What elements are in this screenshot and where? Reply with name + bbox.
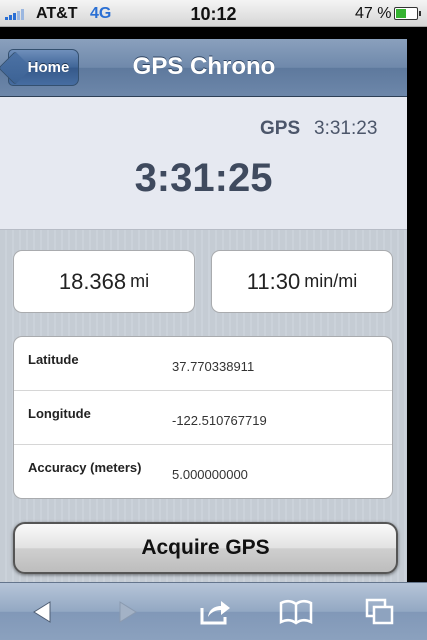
latitude-value: 37.770338911: [172, 359, 255, 374]
pace-card: 11:30 min/mi: [211, 250, 393, 313]
back-arrow-icon[interactable]: [22, 595, 62, 629]
table-row: Accuracy (meters) 5.000000000: [14, 445, 392, 499]
pace-value: 11:30: [246, 268, 301, 294]
browser-toolbar: [0, 582, 427, 640]
accuracy-value: 5.000000000: [172, 467, 248, 482]
battery-icon: [394, 7, 421, 20]
bookmarks-icon[interactable]: [276, 595, 316, 629]
accuracy-label: Accuracy (meters): [28, 460, 142, 475]
status-bar: AT&T 4G 10:12 47 %: [0, 0, 427, 27]
longitude-label: Longitude: [28, 406, 91, 421]
elapsed-time: 3:31:25: [134, 156, 273, 200]
location-table: Latitude 37.770338911 Longitude -122.510…: [13, 336, 393, 499]
latitude-label: Latitude: [28, 352, 79, 367]
distance-unit: mi: [130, 271, 150, 291]
battery-level-fill: [396, 9, 407, 18]
table-row: Longitude -122.510767719: [14, 391, 392, 445]
share-icon[interactable]: [196, 595, 236, 629]
content-area: 18.368 mi 11:30 min/mi Latitude 37.77033…: [0, 230, 407, 582]
pace-unit: min/mi: [304, 271, 358, 291]
home-back-button[interactable]: Home: [8, 49, 79, 86]
distance-value: 18.368: [58, 268, 127, 294]
longitude-value: -122.510767719: [172, 413, 267, 428]
distance-card: 18.368 mi: [13, 250, 195, 313]
gps-label: GPS: [260, 118, 301, 139]
tabs-icon[interactable]: [360, 595, 400, 629]
acquire-gps-button[interactable]: Acquire GPS: [13, 522, 398, 574]
time-header: GPS 3:31:23 3:31:25: [0, 97, 407, 230]
home-back-label: Home: [27, 59, 70, 76]
navigation-bar: Home GPS Chrono: [0, 39, 407, 97]
forward-arrow-icon[interactable]: [108, 595, 148, 629]
table-row: Latitude 37.770338911: [14, 337, 392, 391]
page-title: GPS Chrono: [132, 53, 276, 80]
battery-percent: 47 %: [355, 5, 392, 22]
gps-time: 3:31:23: [314, 118, 378, 139]
